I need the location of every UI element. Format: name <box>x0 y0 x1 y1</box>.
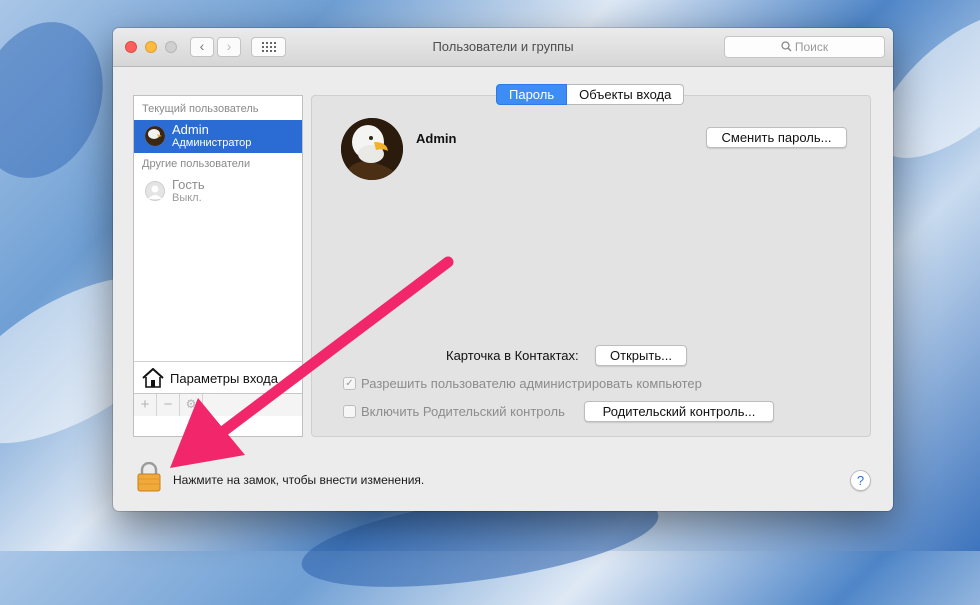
allow-admin-label: Разрешить пользователю администрировать … <box>361 376 702 391</box>
lock-instruction-text: Нажмите на замок, чтобы внести изменения… <box>173 473 425 487</box>
login-options-label: Параметры входа <box>170 371 278 386</box>
lock-icon[interactable] <box>137 462 161 492</box>
title-bar: ‹ › Пользователи и группы Поиск <box>113 28 893 67</box>
change-password-button[interactable]: Сменить пароль... <box>706 127 847 148</box>
house-icon <box>142 368 164 388</box>
user-row-admin[interactable]: Admin Администратор <box>134 120 302 153</box>
allow-admin-checkbox[interactable]: ✓ <box>343 377 356 390</box>
guest-avatar-icon <box>145 181 165 201</box>
help-button[interactable]: ? <box>850 470 871 491</box>
search-field[interactable]: Поиск <box>724 36 885 58</box>
user-full-name: Admin <box>416 131 457 146</box>
admin-role: Администратор <box>172 137 252 149</box>
guest-name: Гость <box>172 177 205 192</box>
tab-bar: Пароль Объекты входа <box>496 84 685 106</box>
magnifier-icon <box>781 41 792 52</box>
admin-name: Admin <box>172 122 209 137</box>
guest-status: Выкл. <box>172 192 202 204</box>
tab-login-items[interactable]: Объекты входа <box>567 84 685 105</box>
search-placeholder: Поиск <box>794 40 829 54</box>
contacts-card-label: Карточка в Контактах: <box>446 348 579 363</box>
remove-user-button[interactable]: − <box>157 394 180 416</box>
current-user-header: Текущий пользователь <box>142 103 259 115</box>
open-contact-card-button[interactable]: Открыть... <box>595 345 687 366</box>
gear-icon[interactable]: ⚙ <box>180 394 203 416</box>
user-picture[interactable] <box>341 118 403 180</box>
sidebar-footer: + − ⚙ <box>134 393 302 416</box>
add-user-button[interactable]: + <box>134 394 157 416</box>
wallpaper-streak <box>0 4 124 196</box>
admin-avatar <box>145 126 165 146</box>
parental-controls-checkbox[interactable] <box>343 405 356 418</box>
parental-controls-button[interactable]: Родительский контроль... <box>584 401 774 422</box>
user-row-guest[interactable]: Гость Выкл. <box>134 175 302 208</box>
tab-password[interactable]: Пароль <box>496 84 568 105</box>
parental-controls-label: Включить Родительский контроль <box>361 404 565 419</box>
users-list: Текущий пользователь Admin Администратор… <box>133 95 303 437</box>
login-options-item[interactable]: Параметры входа <box>134 361 302 394</box>
other-users-header: Другие пользователи <box>142 158 251 170</box>
system-preferences-window: ‹ › Пользователи и группы Поиск Текущий … <box>113 28 893 511</box>
